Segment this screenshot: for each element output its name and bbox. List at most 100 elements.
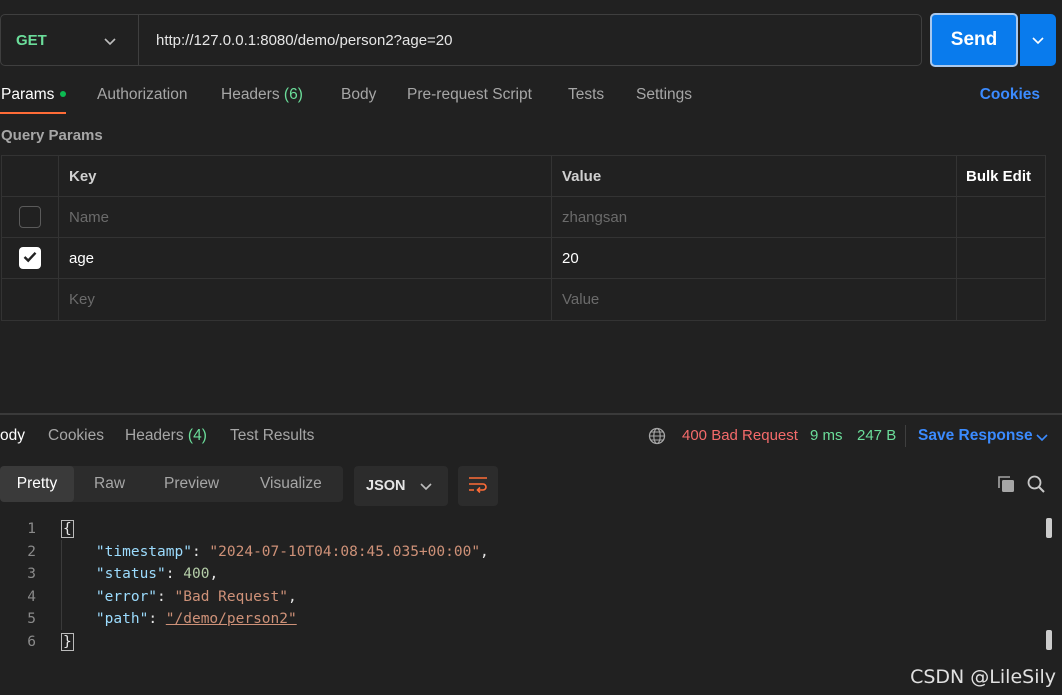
line-number: 3 xyxy=(27,566,36,583)
header-key-cell: Key xyxy=(59,156,552,196)
json-key: "path" xyxy=(95,611,149,628)
table-row: Key Value xyxy=(2,279,1045,320)
code-line: 4 "error": "Bad Request", xyxy=(0,586,1040,609)
response-time[interactable]: 9 ms xyxy=(810,427,843,444)
cookies-link[interactable]: Cookies xyxy=(980,86,1040,104)
param-key-field[interactable]: Key xyxy=(59,279,552,320)
headers-count: (6) xyxy=(283,86,303,103)
send-options-button[interactable] xyxy=(1020,14,1056,66)
request-url-bar: GET http://127.0.0.1:8080/demo/person2?a… xyxy=(0,14,922,66)
param-checkbox[interactable] xyxy=(19,206,41,228)
code-text: } xyxy=(36,632,74,651)
table-header-row: Key Value Bulk Edit xyxy=(2,156,1045,197)
copy-icon[interactable] xyxy=(996,474,1016,498)
code-line: 5 "path": "/demo/person2" xyxy=(0,608,1040,631)
json-key: "status" xyxy=(95,566,166,583)
header-value-cell: Value xyxy=(552,156,957,196)
param-value-field[interactable]: zhangsan xyxy=(552,197,957,237)
query-params-table: Key Value Bulk Edit Name zhangsan age 20… xyxy=(1,155,1046,321)
line-number: 5 xyxy=(27,611,36,628)
json-link-value[interactable]: "/demo/person2" xyxy=(166,611,297,627)
response-tabs: ody Cookies Headers (4) Test Results 400… xyxy=(0,425,1062,451)
header-extra-cell: Bulk Edit xyxy=(957,156,1045,196)
code-text: "path": "/demo/person2" xyxy=(95,611,297,628)
wrap-lines-icon xyxy=(468,475,488,497)
view-raw-button[interactable]: Raw xyxy=(94,466,125,502)
row-extra-cell xyxy=(957,238,1045,278)
format-select[interactable]: JSON xyxy=(354,466,448,506)
tab-pre-request-script[interactable]: Pre-request Script xyxy=(407,86,532,104)
view-preview-button[interactable]: Preview xyxy=(164,466,219,502)
tab-params-label: Params xyxy=(1,86,55,103)
open-brace: { xyxy=(61,520,74,539)
tab-authorization[interactable]: Authorization xyxy=(97,86,187,104)
scrollbar-marker[interactable] xyxy=(1046,630,1052,650)
send-button[interactable]: Send xyxy=(930,13,1018,67)
chevron-down-icon xyxy=(1032,32,1044,49)
code-line: 6 } xyxy=(0,631,1040,654)
tab-response-body[interactable]: ody xyxy=(0,427,25,445)
code-text: "timestamp": "2024-07-10T04:08:45.035+00… xyxy=(95,543,489,560)
close-brace: } xyxy=(61,632,74,651)
param-value-placeholder: zhangsan xyxy=(562,208,628,226)
param-key-field[interactable]: Name xyxy=(59,197,552,237)
active-tab-underline xyxy=(0,112,66,114)
param-key-field[interactable]: age xyxy=(59,238,552,278)
code-text: "status": 400, xyxy=(95,566,219,583)
params-active-dot xyxy=(60,90,67,97)
param-value-placeholder: Value xyxy=(562,291,600,308)
request-tabs: Params Authorization Headers (6) Body Pr… xyxy=(0,80,1062,116)
tab-response-headers[interactable]: Headers (4) xyxy=(125,427,207,445)
tab-tests[interactable]: Tests xyxy=(568,86,604,104)
param-value: 20 xyxy=(562,249,579,267)
column-key: Key xyxy=(69,167,97,185)
param-key: age xyxy=(69,249,95,267)
tab-response-cookies[interactable]: Cookies xyxy=(48,427,104,445)
param-checkbox[interactable] xyxy=(19,247,41,269)
url-input[interactable]: http://127.0.0.1:8080/demo/person2?age=2… xyxy=(139,32,453,49)
line-number: 2 xyxy=(27,543,36,560)
row-check-cell xyxy=(2,279,59,320)
json-key: "timestamp" xyxy=(95,543,192,560)
save-response-button[interactable]: Save Response xyxy=(918,427,1033,445)
search-icon[interactable] xyxy=(1026,474,1046,498)
column-value: Value xyxy=(562,167,602,185)
pane-divider[interactable] xyxy=(0,413,1062,415)
method-select[interactable]: GET xyxy=(1,15,139,65)
scrollbar-marker[interactable] xyxy=(1046,518,1052,538)
view-pretty-button[interactable]: Pretty xyxy=(0,466,74,502)
line-number: 4 xyxy=(27,588,36,605)
watermark: CSDN @LileSily xyxy=(910,666,1056,688)
chevron-down-icon xyxy=(420,479,432,495)
chevron-down-icon[interactable] xyxy=(1036,429,1048,446)
check-icon xyxy=(23,250,37,267)
separator xyxy=(905,425,906,447)
json-value: "Bad Request" xyxy=(174,588,289,605)
method-label: GET xyxy=(16,31,47,49)
line-number: 6 xyxy=(27,633,36,650)
response-body-editor[interactable]: 1 { 2 "timestamp": "2024-07-10T04:08:45.… xyxy=(0,518,1040,653)
bulk-edit-button[interactable]: Bulk Edit xyxy=(966,168,1031,185)
tab-response-headers-label: Headers xyxy=(125,427,184,444)
tab-headers[interactable]: Headers (6) xyxy=(221,86,303,104)
line-number: 1 xyxy=(27,521,36,538)
view-visualize-button[interactable]: Visualize xyxy=(260,466,322,502)
tab-headers-label: Headers xyxy=(221,86,280,103)
response-size[interactable]: 247 B xyxy=(857,427,896,444)
code-line: 2 "timestamp": "2024-07-10T04:08:45.035+… xyxy=(0,541,1040,564)
row-extra-cell xyxy=(957,279,1045,320)
wrap-lines-button[interactable] xyxy=(458,466,498,506)
tab-test-results[interactable]: Test Results xyxy=(230,427,314,445)
view-mode-segment: Pretty Raw Preview Visualize xyxy=(0,466,343,502)
response-headers-count: (4) xyxy=(187,427,207,444)
param-key-placeholder: Key xyxy=(69,291,95,308)
header-check-cell xyxy=(2,156,59,196)
param-value-field[interactable]: 20 xyxy=(552,238,957,278)
globe-icon[interactable] xyxy=(648,427,666,449)
response-status[interactable]: 400 Bad Request xyxy=(682,427,798,444)
tab-settings[interactable]: Settings xyxy=(636,86,692,104)
json-value: 400 xyxy=(183,566,210,583)
tab-params[interactable]: Params xyxy=(1,86,67,104)
param-value-field[interactable]: Value xyxy=(552,279,957,320)
tab-body[interactable]: Body xyxy=(341,86,376,104)
